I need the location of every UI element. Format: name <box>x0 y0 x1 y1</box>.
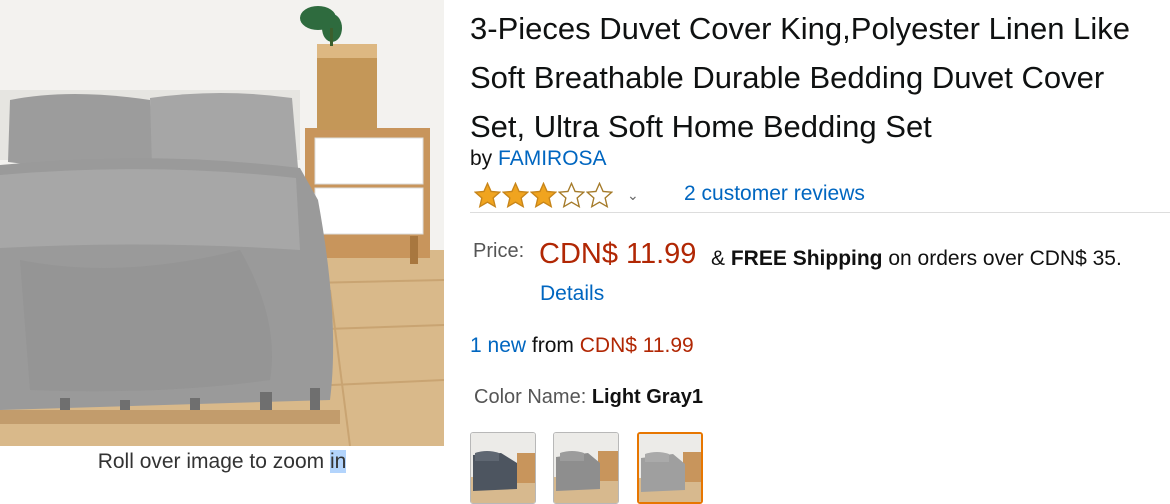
customer-reviews-link[interactable]: 2 customer reviews <box>684 182 865 206</box>
star-filled-icon <box>474 182 501 208</box>
star-filled-icon <box>502 182 529 208</box>
shipping-details-link[interactable]: Details <box>540 282 604 306</box>
by-prefix: by <box>470 147 493 170</box>
zoom-hint-highlight: in <box>329 450 347 473</box>
star-row <box>474 182 613 208</box>
swatch-dark-gray[interactable] <box>470 432 536 504</box>
rating-stars[interactable]: ⌄ <box>474 180 639 210</box>
brand-link[interactable]: FAMIROSA <box>498 147 607 170</box>
star-empty-icon <box>558 182 585 208</box>
zoom-hint: Roll over image to zoom in <box>97 450 347 473</box>
star-empty-icon <box>586 182 613 208</box>
free-shipping-label: FREE Shipping <box>730 247 883 270</box>
offers-price: CDN$ 11.99 <box>579 334 694 357</box>
swatch-light-gray[interactable] <box>637 432 703 504</box>
price-value: CDN$ 11.99 <box>539 238 697 270</box>
chevron-down-icon[interactable]: ⌄ <box>627 187 639 204</box>
new-offers-link[interactable]: 1 new <box>470 334 526 357</box>
color-swatches <box>470 432 703 504</box>
shipping-info: & FREE Shipping on orders over CDN$ 35. <box>711 247 1122 270</box>
swatch-gray[interactable] <box>553 432 619 504</box>
star-filled-icon <box>530 182 557 208</box>
price-label: Price: <box>473 240 525 262</box>
selected-color: Light Gray1 <box>591 386 703 408</box>
color-name: Color Name: Light Gray1 <box>474 386 703 408</box>
product-main-image[interactable] <box>0 0 444 446</box>
product-title: 3-Pieces Duvet Cover King,Polyester Line… <box>470 11 1130 144</box>
offers-line: 1 new from CDN$ 11.99 <box>470 334 694 357</box>
byline: by FAMIROSA <box>470 147 607 171</box>
divider <box>470 212 1170 213</box>
